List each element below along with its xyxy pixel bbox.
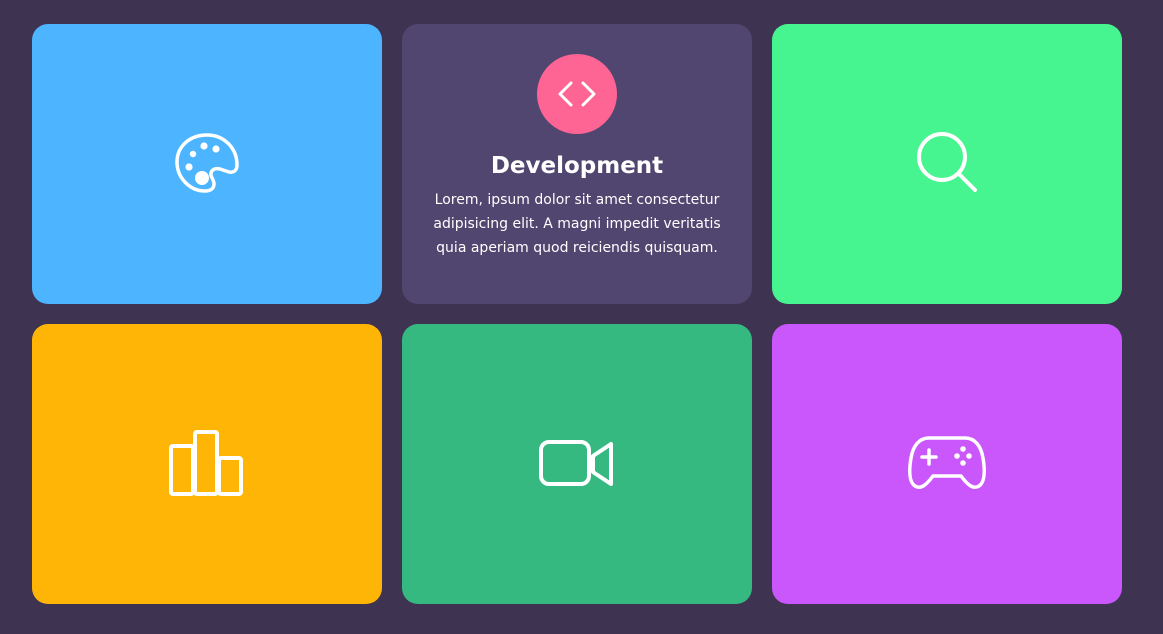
- card-gaming[interactable]: [772, 324, 1122, 604]
- palette-icon: [171, 128, 243, 200]
- bar-chart-icon: [167, 428, 247, 500]
- search-icon: [911, 128, 983, 200]
- video-camera-icon: [537, 436, 617, 492]
- gamepad-icon: [907, 432, 987, 496]
- card-palette[interactable]: [32, 24, 382, 304]
- card-title: Development: [490, 153, 664, 179]
- card-description: Lorem, ipsum dolor sit amet consectetur …: [433, 192, 721, 256]
- card-analytics[interactable]: [32, 324, 382, 604]
- card-search[interactable]: [772, 24, 1122, 304]
- code-badge: [537, 54, 617, 134]
- card-video[interactable]: [402, 324, 752, 604]
- code-icon: [553, 70, 601, 118]
- card-development[interactable]: Development Lorem, ipsum dolor sit amet …: [402, 24, 752, 304]
- services-grid: Development Lorem, ipsum dolor sit amet …: [32, 24, 1122, 604]
